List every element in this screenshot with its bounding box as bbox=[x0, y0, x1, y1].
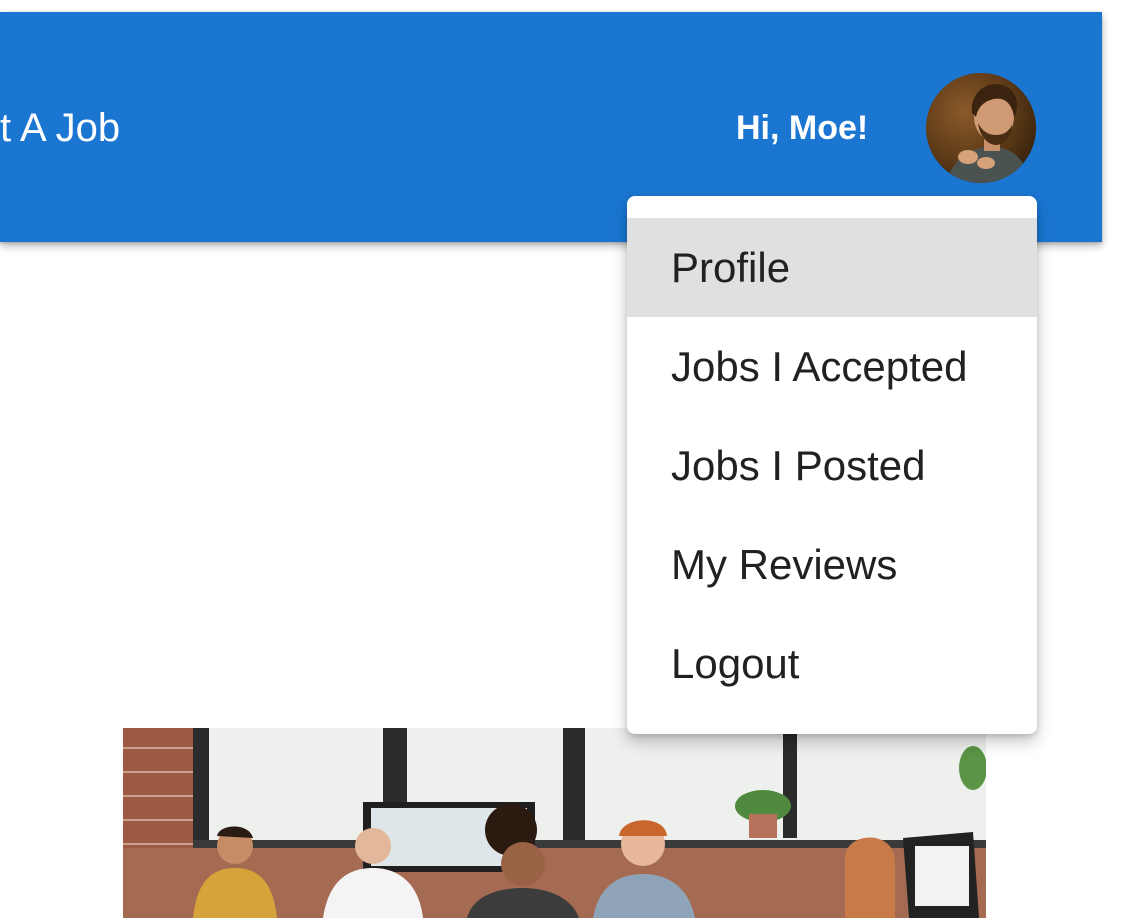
user-greeting: Hi, Moe! bbox=[736, 109, 869, 147]
menu-item-jobs-accepted[interactable]: Jobs I Accepted bbox=[627, 317, 1037, 416]
menu-item-profile[interactable]: Profile bbox=[627, 218, 1037, 317]
post-a-job-link[interactable]: st A Job bbox=[0, 100, 120, 156]
page: st A Job Hi, Moe! bbox=[0, 0, 1140, 918]
user-dropdown-menu: Profile Jobs I Accepted Jobs I Posted My… bbox=[627, 196, 1037, 734]
menu-item-my-reviews[interactable]: My Reviews bbox=[627, 515, 1037, 614]
hero-office-photo bbox=[123, 728, 986, 918]
menu-item-jobs-posted[interactable]: Jobs I Posted bbox=[627, 416, 1037, 515]
user-avatar[interactable] bbox=[926, 73, 1036, 183]
avatar-photo-icon bbox=[926, 73, 1036, 183]
menu-item-logout[interactable]: Logout bbox=[627, 614, 1037, 713]
